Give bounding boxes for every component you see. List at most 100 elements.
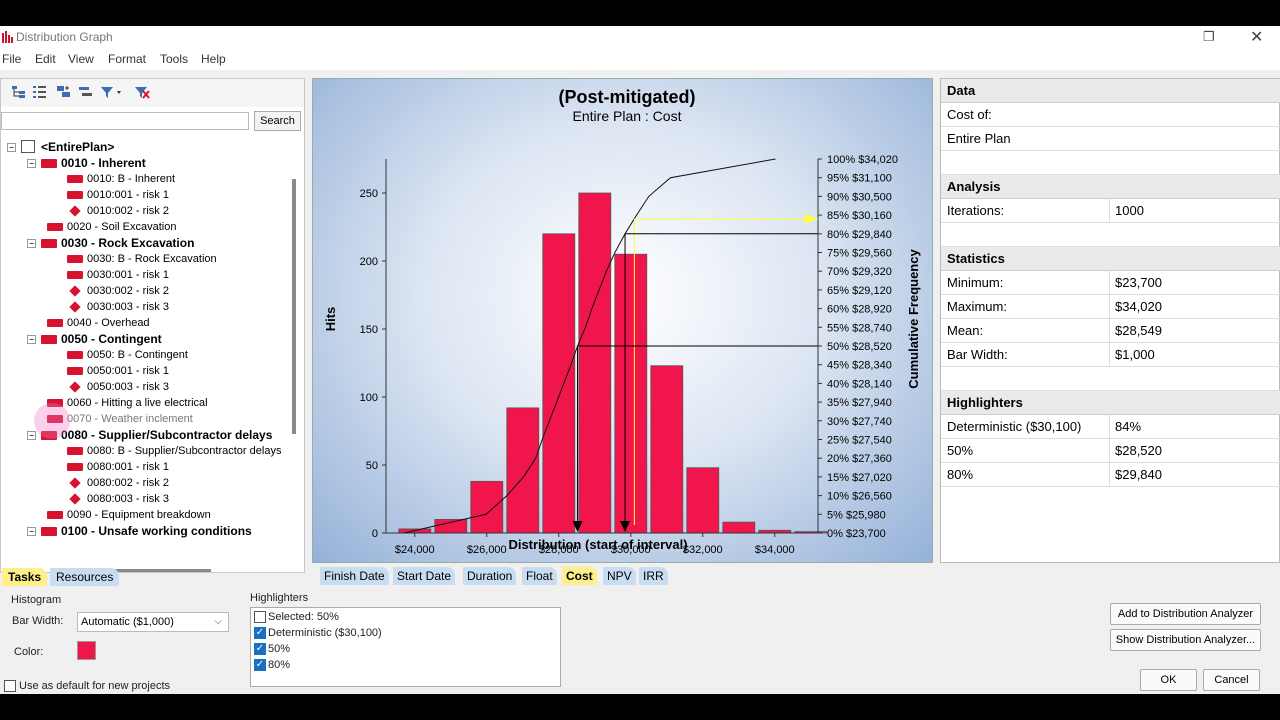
tree-item-label: 0050:003 - risk 3	[87, 381, 169, 393]
bar-width-select[interactable]: Automatic ($1,000) ⌵	[77, 612, 229, 632]
x-tick-label: $28,000	[539, 544, 579, 556]
highlighter-checkbox-deterministic[interactable]: ✓	[254, 627, 266, 639]
stat-label: Minimum:	[947, 275, 1004, 290]
tab-irr[interactable]: IRR	[639, 567, 668, 585]
tree-item[interactable]: 0050:003 - risk 3	[1, 379, 291, 395]
x-tick-label: $32,000	[683, 544, 723, 556]
tree-item-label: 0010:001 - risk 1	[87, 189, 169, 201]
cumulative-tick-label: 90% $30,500	[827, 191, 892, 203]
cancel-button[interactable]: Cancel	[1203, 669, 1260, 691]
tree-item-label: 0040 - Overhead	[67, 317, 150, 329]
tree-item[interactable]: 0080:003 - risk 3	[1, 491, 291, 507]
filter-dropdown-icon[interactable]	[100, 85, 122, 99]
histogram-bar	[542, 233, 576, 534]
search-button[interactable]: Search	[254, 111, 301, 131]
cumulative-tick-label: 85% $30,160	[827, 210, 892, 222]
tree-item[interactable]: − 0030 - Rock Excavation	[1, 235, 291, 251]
restore-icon[interactable]: ❐	[1203, 29, 1217, 44]
chart-svg: (Post-mitigated) Entire Plan : Cost Hits…	[323, 87, 921, 556]
tree-item[interactable]: 0080:001 - risk 1	[1, 459, 291, 475]
tab-duration[interactable]: Duration	[463, 567, 517, 585]
collapse-icon[interactable]: −	[27, 527, 36, 536]
x-tick-label: $30,000	[611, 544, 651, 556]
highlighter-checkbox-50[interactable]: ✓	[254, 643, 266, 655]
tree-item[interactable]: 0010:002 - risk 2	[1, 203, 291, 219]
task-bar-icon	[67, 351, 83, 359]
tree-item[interactable]: 0030:001 - risk 1	[1, 267, 291, 283]
menu-file[interactable]: File	[2, 52, 21, 66]
cursor-highlight	[34, 403, 70, 439]
collapse-icon[interactable]: −	[27, 239, 36, 248]
tab-npv[interactable]: NPV	[603, 567, 636, 585]
tree-item[interactable]: 0010: B - Inherent	[1, 171, 291, 187]
highlighter-value: 84%	[1115, 419, 1142, 434]
tree-item[interactable]: 0090 - Equipment breakdown	[1, 507, 291, 523]
tree-item[interactable]: 0030:002 - risk 2	[1, 283, 291, 299]
tree-item[interactable]: 0020 - Soil Excavation	[1, 219, 291, 235]
search-input[interactable]	[1, 112, 249, 130]
collapse-icon[interactable]: −	[27, 431, 36, 440]
ok-button[interactable]: OK	[1140, 669, 1197, 691]
highlighter-row: Deterministic ($30,100) 84%	[941, 415, 1280, 439]
hierarchy-icon[interactable]	[11, 85, 27, 99]
menu-format[interactable]: Format	[108, 52, 146, 66]
histogram-bar	[722, 521, 756, 534]
cost-of-value: Entire Plan	[947, 131, 1011, 146]
histogram-bar	[578, 192, 612, 534]
tree-item[interactable]: 0040 - Overhead	[1, 315, 291, 331]
tree-item[interactable]: 0010:001 - risk 1	[1, 187, 291, 203]
y-tick-label: 200	[360, 256, 378, 268]
collapse-icon[interactable]: −	[7, 143, 16, 152]
tree-item[interactable]: 0080: B - Supplier/Subcontractor delays	[1, 443, 291, 459]
clear-filter-icon[interactable]	[134, 85, 150, 99]
cumulative-tick-label: 55% $28,740	[827, 322, 892, 334]
y-tick-label: 250	[360, 188, 378, 200]
tree-item[interactable]: 0030: B - Rock Excavation	[1, 251, 291, 267]
tree-item[interactable]: − 0010 - Inherent	[1, 155, 291, 171]
menu-tools[interactable]: Tools	[160, 52, 188, 66]
tab-resources[interactable]: Resources	[50, 568, 120, 586]
list-icon[interactable]	[32, 85, 48, 99]
highlighter-checkbox-selected[interactable]	[254, 611, 266, 623]
tree-item-label: 0030 - Rock Excavation	[61, 236, 195, 250]
tree-item[interactable]: 0030:003 - risk 3	[1, 299, 291, 315]
tree-item-label: 0050: B - Contingent	[87, 349, 188, 361]
tree-item[interactable]: − 0050 - Contingent	[1, 331, 291, 347]
menu-edit[interactable]: Edit	[35, 52, 56, 66]
tab-finish-date[interactable]: Finish Date	[320, 567, 389, 585]
tree-item[interactable]: 0050: B - Contingent	[1, 347, 291, 363]
expand-all-icon[interactable]	[56, 85, 72, 99]
y2-axis-label: Cumulative Frequency	[906, 249, 921, 389]
cumulative-tick-label: 35% $27,940	[827, 397, 892, 409]
close-icon[interactable]: ✕	[1250, 27, 1263, 47]
collapse-icon[interactable]: −	[27, 159, 36, 168]
collapse-all-icon[interactable]	[78, 85, 94, 99]
stat-label: Mean:	[947, 323, 984, 338]
tree-vertical-scrollbar[interactable]	[292, 179, 296, 434]
collapse-icon[interactable]: −	[27, 335, 36, 344]
tree-item[interactable]: − 0100 - Unsafe working conditions	[1, 523, 291, 539]
tree-item[interactable]: − <EntirePlan>	[1, 139, 291, 155]
stat-value: $1,000	[1115, 347, 1155, 362]
menu-help[interactable]: Help	[201, 52, 226, 66]
tab-cost[interactable]: Cost	[562, 567, 597, 585]
highlighter-row: 50% $28,520	[941, 439, 1280, 463]
chevron-down-icon: ⌵	[214, 616, 222, 627]
tree-item[interactable]: 0050:001 - risk 1	[1, 363, 291, 379]
tree-item-label: 0010: B - Inherent	[87, 173, 176, 185]
tree-item[interactable]: 0080:002 - risk 2	[1, 475, 291, 491]
show-distribution-analyzer-button[interactable]: Show Distribution Analyzer...	[1110, 629, 1261, 651]
add-to-distribution-analyzer-button[interactable]: Add to Distribution Analyzer	[1110, 603, 1261, 625]
highlighter-checkbox-80[interactable]: ✓	[254, 659, 266, 671]
tab-tasks[interactable]: Tasks	[2, 568, 48, 586]
histogram-label: Histogram	[11, 594, 62, 606]
data-panel: Data Cost of: Entire Plan Analysis Itera…	[940, 78, 1280, 563]
bar-color-swatch[interactable]	[77, 641, 96, 660]
tab-start-date[interactable]: Start Date	[393, 567, 456, 585]
analysis-header: Analysis	[941, 175, 1280, 199]
chart-tab-strip: Finish Date Start Date Duration Float Co…	[312, 567, 932, 585]
tab-float[interactable]: Float	[522, 567, 557, 585]
menu-view[interactable]: View	[68, 52, 94, 66]
tree-item-label: 0050:001 - risk 1	[87, 365, 169, 377]
use-default-checkbox[interactable]	[4, 680, 16, 692]
